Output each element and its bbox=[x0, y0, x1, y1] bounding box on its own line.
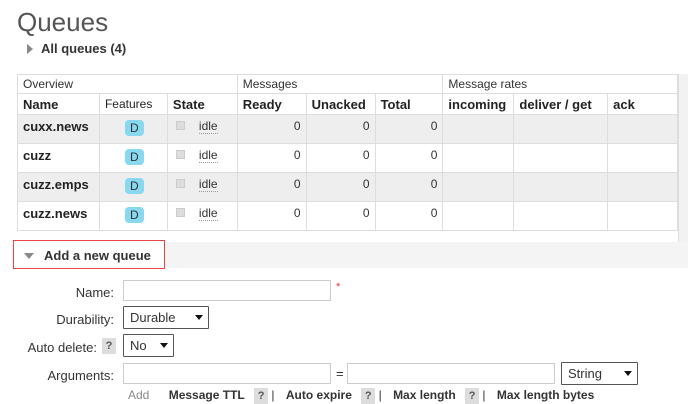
state-square-icon bbox=[175, 179, 185, 188]
table-row: cuzz.news D idle 0 0 0 bbox=[17, 201, 678, 231]
state-square-icon bbox=[175, 150, 185, 159]
total-count: 0 bbox=[374, 143, 444, 173]
durability-value: Durable bbox=[130, 310, 176, 325]
state-text: idle bbox=[198, 148, 218, 163]
add-queue-label: Add a new queue bbox=[44, 248, 151, 263]
help-icon[interactable]: ? bbox=[361, 388, 376, 404]
col-deliver-get[interactable]: deliver / get bbox=[513, 93, 609, 115]
state-text: idle bbox=[198, 177, 218, 192]
auto-delete-value: No bbox=[130, 338, 147, 353]
separator: | bbox=[378, 388, 382, 402]
unacked-count: 0 bbox=[305, 143, 376, 173]
group-overview: Overview bbox=[17, 74, 238, 94]
state-text: idle bbox=[198, 206, 218, 221]
col-total[interactable]: Total bbox=[374, 93, 444, 115]
col-ready[interactable]: Ready bbox=[236, 93, 307, 115]
queue-name-link[interactable]: cuzz.emps bbox=[17, 172, 100, 202]
argument-shortcuts: Add Message TTL ? | Auto expire ? | Max … bbox=[128, 388, 594, 404]
shortcut-max-length-bytes[interactable]: Max length bytes bbox=[497, 388, 594, 402]
deliver-get-rate bbox=[513, 172, 609, 202]
table-scroll-edge bbox=[678, 74, 688, 242]
ready-count: 0 bbox=[236, 114, 307, 144]
table-row: cuzz D idle 0 0 0 bbox=[17, 143, 678, 173]
page-title: Queues bbox=[17, 7, 109, 37]
ack-rate bbox=[607, 114, 678, 144]
incoming-rate bbox=[442, 201, 515, 231]
separator: | bbox=[482, 388, 486, 402]
ready-count: 0 bbox=[236, 143, 307, 173]
auto-delete-help-icon[interactable]: ? bbox=[102, 338, 116, 354]
table-group-header: Overview Messages Message rates bbox=[17, 74, 678, 94]
shortcut-message-ttl[interactable]: Message TTL bbox=[169, 388, 245, 402]
argument-value-input[interactable] bbox=[347, 363, 555, 384]
unacked-count: 0 bbox=[305, 201, 376, 231]
deliver-get-rate bbox=[513, 114, 609, 144]
chevron-down-icon bbox=[624, 371, 632, 376]
add-queue-toggle[interactable]: Add a new queue bbox=[13, 240, 165, 269]
arguments-label: Arguments: bbox=[47, 368, 114, 383]
argument-type-value: String bbox=[568, 366, 602, 381]
incoming-rate bbox=[442, 143, 515, 173]
group-message-rates: Message rates bbox=[442, 74, 678, 94]
ack-rate bbox=[607, 143, 678, 173]
help-icon[interactable]: ? bbox=[465, 388, 480, 404]
equals-sign: = bbox=[336, 366, 344, 381]
group-messages: Messages bbox=[236, 74, 444, 94]
name-input[interactable] bbox=[123, 280, 331, 301]
durable-badge: D bbox=[124, 120, 144, 136]
table-row: cuzz.emps D idle 0 0 0 bbox=[17, 172, 678, 202]
col-name[interactable]: Name bbox=[17, 93, 100, 115]
col-incoming[interactable]: incoming bbox=[442, 93, 515, 115]
durable-badge: D bbox=[124, 149, 144, 165]
ack-rate bbox=[607, 172, 678, 202]
unacked-count: 0 bbox=[305, 172, 376, 202]
queue-name-link[interactable]: cuzz bbox=[17, 143, 100, 173]
separator: | bbox=[271, 388, 275, 402]
incoming-rate bbox=[442, 114, 515, 144]
all-queues-toggle[interactable]: All queues (4) bbox=[27, 41, 126, 57]
auto-delete-label: Auto delete: bbox=[27, 340, 97, 355]
help-icon[interactable]: ? bbox=[254, 388, 269, 404]
argument-type-select[interactable]: String bbox=[561, 362, 638, 385]
chevron-down-icon bbox=[160, 343, 168, 348]
durable-badge: D bbox=[124, 178, 144, 194]
state-square-icon bbox=[175, 208, 185, 217]
deliver-get-rate bbox=[513, 201, 609, 231]
shortcut-max-length[interactable]: Max length bbox=[393, 388, 456, 402]
state-text: idle bbox=[198, 119, 218, 134]
ready-count: 0 bbox=[236, 172, 307, 202]
all-queues-label: All queues (4) bbox=[41, 41, 127, 56]
auto-delete-select[interactable]: No bbox=[123, 334, 174, 357]
unacked-count: 0 bbox=[305, 114, 376, 144]
col-ack[interactable]: ack bbox=[607, 93, 678, 115]
durability-select[interactable]: Durable bbox=[123, 306, 209, 329]
col-features: Features bbox=[98, 93, 168, 115]
deliver-get-rate bbox=[513, 143, 609, 173]
col-unacked[interactable]: Unacked bbox=[305, 93, 376, 115]
total-count: 0 bbox=[374, 201, 444, 231]
argument-key-input[interactable] bbox=[123, 363, 331, 384]
required-mark: * bbox=[336, 281, 341, 293]
durability-label: Durability: bbox=[56, 312, 114, 327]
state-square-icon bbox=[175, 121, 185, 130]
queue-name-link[interactable]: cuxx.news bbox=[17, 114, 100, 144]
durable-badge: D bbox=[124, 207, 144, 223]
ready-count: 0 bbox=[236, 201, 307, 231]
total-count: 0 bbox=[374, 114, 444, 144]
ack-rate bbox=[607, 201, 678, 231]
expand-arrow-icon bbox=[27, 44, 33, 54]
add-label: Add bbox=[128, 388, 150, 402]
collapse-arrow-icon bbox=[24, 253, 34, 259]
total-count: 0 bbox=[374, 172, 444, 202]
col-state[interactable]: State bbox=[166, 93, 238, 115]
table-row: cuxx.news D idle 0 0 0 bbox=[17, 114, 678, 144]
name-label: Name: bbox=[75, 285, 114, 300]
table-column-header: Name Features State Ready Unacked Total … bbox=[17, 93, 678, 115]
queue-name-link[interactable]: cuzz.news bbox=[17, 201, 100, 231]
shortcut-auto-expire[interactable]: Auto expire bbox=[286, 388, 352, 402]
incoming-rate bbox=[442, 172, 515, 202]
chevron-down-icon bbox=[195, 315, 203, 320]
queues-table: Overview Messages Message rates Name Fea… bbox=[17, 74, 678, 231]
